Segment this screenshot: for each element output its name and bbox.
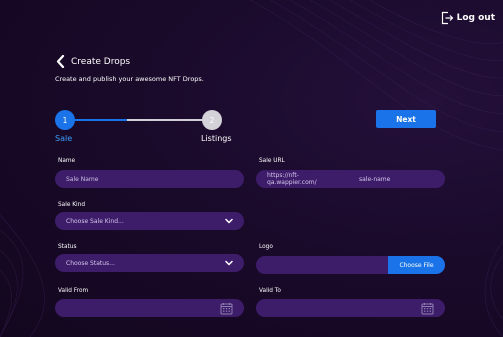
logout-label: Log out (456, 13, 495, 23)
sale-name-input[interactable] (55, 170, 244, 188)
valid-from-date-input[interactable] (55, 299, 244, 317)
valid-to-label: Valid To (259, 288, 281, 294)
chevron-down-icon (225, 218, 233, 224)
valid-to-date-input[interactable] (256, 299, 445, 317)
step-1-label: Sale (55, 134, 73, 143)
sale-kind-label: Sale Kind (58, 202, 86, 208)
create-drops-page: Log out Create Drops Create and publish … (0, 0, 503, 337)
sale-url-label: Sale URL (259, 158, 285, 164)
logout-button[interactable]: Log out (440, 11, 495, 25)
sale-url-field[interactable]: https://nft-qa.wappier.com/ (256, 170, 445, 188)
page-title: Create Drops (71, 56, 131, 67)
logout-icon (441, 11, 453, 25)
page-subtitle: Create and publish your awesome NFT Drop… (55, 75, 204, 83)
sale-url-input[interactable] (359, 175, 434, 183)
status-label: Status (58, 244, 77, 250)
stepper-progress-done (75, 119, 127, 121)
sale-kind-select[interactable]: Choose Sale Kind... (55, 212, 244, 230)
background-wave-lines (0, 0, 503, 337)
status-select[interactable]: Choose Status... (55, 254, 244, 272)
step-2-label: Listings (201, 134, 232, 143)
chevron-down-icon (225, 260, 233, 266)
sale-url-prefix: https://nft-qa.wappier.com/ (267, 172, 317, 186)
calendar-icon[interactable] (220, 302, 233, 315)
step-1-circle[interactable]: 1 (55, 110, 75, 130)
stepper: 1 2 Sale Listings (55, 110, 232, 150)
calendar-icon[interactable] (421, 302, 434, 315)
status-selected: Choose Status... (66, 259, 115, 267)
page-header: Create Drops (56, 55, 130, 68)
step-2-circle[interactable]: 2 (202, 110, 222, 130)
name-label: Name (58, 158, 76, 164)
valid-from-label: Valid From (58, 288, 89, 294)
choose-file-button[interactable]: Choose File (388, 256, 445, 274)
next-button[interactable]: Next (376, 110, 436, 128)
sale-kind-selected: Choose Sale Kind... (66, 217, 124, 225)
chevron-left-icon[interactable] (56, 55, 65, 68)
stepper-progress-remaining (127, 119, 203, 121)
logo-label: Logo (259, 244, 273, 250)
